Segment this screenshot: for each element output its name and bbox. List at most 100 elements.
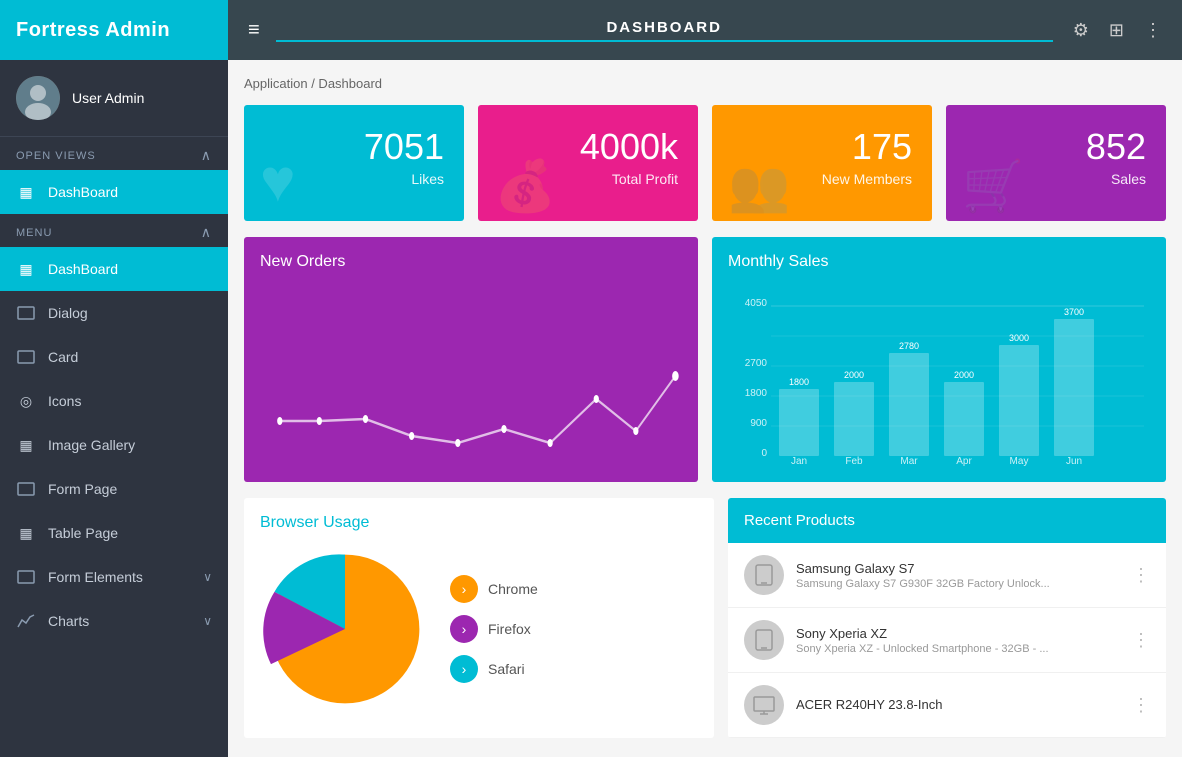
charts-chevron-icon: ∨ <box>203 614 212 628</box>
product-name-acer: ACER R240HY 23.8-Inch <box>796 697 1120 712</box>
sidebar-item-card-label: Card <box>48 349 212 365</box>
safari-dot[interactable]: › <box>450 655 478 683</box>
stat-card-profit: 4000k Total Profit 💰 <box>478 105 698 221</box>
sidebar: Fortress Admin User Admin OPEN VIEWS ∧ ▦… <box>0 0 228 757</box>
product-info-sony: Sony Xperia XZ Sony Xperia XZ - Unlocked… <box>796 626 1120 655</box>
new-orders-chart <box>260 281 682 461</box>
svg-text:2700: 2700 <box>745 358 768 369</box>
sidebar-item-icons[interactable]: ◎ Icons <box>0 379 228 423</box>
menu-icon[interactable]: ≡ <box>248 19 260 42</box>
breadcrumb: Application / Dashboard <box>244 76 1166 91</box>
bottom-row: Browser Usage › <box>244 498 1166 738</box>
product-menu-acer[interactable]: ⋮ <box>1132 695 1150 716</box>
svg-text:3700: 3700 <box>1064 307 1084 317</box>
stat-cards-row: 7051 Likes ♥ 4000k Total Profit 💰 175 Ne… <box>244 105 1166 221</box>
dashboard-icon: ▦ <box>16 259 36 279</box>
product-name-samsung: Samsung Galaxy S7 <box>796 561 1120 576</box>
sidebar-item-form-page-label: Form Page <box>48 481 212 497</box>
menu-chevron-icon: ∧ <box>201 224 212 241</box>
svg-text:900: 900 <box>750 418 767 429</box>
form-page-icon <box>16 479 36 499</box>
grid-icon[interactable]: ⊞ <box>1109 20 1124 41</box>
firefox-label: Firefox <box>488 621 531 637</box>
new-orders-card: New Orders <box>244 237 698 482</box>
topbar: ≡ DASHBOARD ⚙ ⊞ ⋮ <box>228 0 1182 60</box>
svg-text:May: May <box>1010 456 1029 466</box>
product-menu-sony[interactable]: ⋮ <box>1132 630 1150 651</box>
product-item-samsung: Samsung Galaxy S7 Samsung Galaxy S7 G930… <box>728 543 1166 608</box>
sidebar-item-dashboard[interactable]: ▦ DashBoard <box>0 247 228 291</box>
more-vert-icon[interactable]: ⋮ <box>1144 20 1162 41</box>
main-area: ≡ DASHBOARD ⚙ ⊞ ⋮ Application / Dashboar… <box>228 0 1182 757</box>
svg-text:0: 0 <box>761 448 767 459</box>
likes-bg-icon: ♥ <box>260 151 296 211</box>
user-profile: User Admin <box>0 60 228 137</box>
product-desc-sony: Sony Xperia XZ - Unlocked Smartphone - 3… <box>796 643 1120 655</box>
profit-bg-icon: 💰 <box>494 161 556 211</box>
open-views-label: OPEN VIEWS <box>16 150 96 162</box>
stat-profit-label: Total Profit <box>612 171 678 187</box>
recent-products-header: Recent Products <box>728 498 1166 543</box>
firefox-dot[interactable]: › <box>450 615 478 643</box>
form-elements-icon <box>16 567 36 587</box>
username: User Admin <box>72 90 144 106</box>
browser-usage-card: Browser Usage › <box>244 498 714 738</box>
sidebar-item-table-page[interactable]: ▦ Table Page <box>0 511 228 555</box>
stat-members-number: 175 <box>852 129 912 165</box>
svg-text:Jan: Jan <box>791 456 807 466</box>
svg-text:2000: 2000 <box>954 370 974 380</box>
avatar <box>16 76 60 120</box>
menu-label: MENU <box>16 227 52 239</box>
menu-header: MENU ∧ <box>0 214 228 247</box>
svg-text:1800: 1800 <box>789 377 809 387</box>
product-menu-samsung[interactable]: ⋮ <box>1132 565 1150 586</box>
svg-text:Feb: Feb <box>845 456 863 466</box>
svg-text:3000: 3000 <box>1009 333 1029 343</box>
sidebar-item-charts[interactable]: Charts ∨ <box>0 599 228 643</box>
sidebar-item-dialog-label: Dialog <box>48 305 212 321</box>
sidebar-item-table-page-label: Table Page <box>48 525 212 541</box>
monthly-sales-card: Monthly Sales 0 900 1800 2700 4050 <box>712 237 1166 482</box>
stat-sales-number: 852 <box>1086 129 1146 165</box>
stat-card-likes: 7051 Likes ♥ <box>244 105 464 221</box>
brand-logo: Fortress Admin <box>0 0 228 60</box>
product-desc-samsung: Samsung Galaxy S7 G930F 32GB Factory Unl… <box>796 578 1120 590</box>
monthly-sales-title: Monthly Sales <box>728 253 1150 271</box>
sales-bg-icon: 🛒 <box>962 161 1024 211</box>
sidebar-item-dialog[interactable]: Dialog <box>0 291 228 335</box>
members-bg-icon: 👥 <box>728 161 790 211</box>
content-area: Application / Dashboard 7051 Likes ♥ 400… <box>228 60 1182 757</box>
svg-text:2000: 2000 <box>844 370 864 380</box>
charts-icon <box>16 611 36 631</box>
topbar-title: DASHBOARD <box>276 19 1053 42</box>
stat-card-sales: 852 Sales 🛒 <box>946 105 1166 221</box>
svg-text:2780: 2780 <box>899 341 919 351</box>
stat-sales-label: Sales <box>1111 171 1146 187</box>
stat-card-members: 175 New Members 👥 <box>712 105 932 221</box>
sidebar-item-form-elements[interactable]: Form Elements ∨ <box>0 555 228 599</box>
table-page-icon: ▦ <box>16 523 36 543</box>
sidebar-item-icons-label: Icons <box>48 393 212 409</box>
sidebar-item-form-page[interactable]: Form Page <box>0 467 228 511</box>
sidebar-item-image-gallery[interactable]: ▦ Image Gallery <box>0 423 228 467</box>
sidebar-item-dashboard-open[interactable]: ▦ DashBoard <box>0 170 228 214</box>
card-icon <box>16 347 36 367</box>
stat-members-label: New Members <box>822 171 912 187</box>
product-icon-sony <box>744 620 784 660</box>
settings-icon[interactable]: ⚙ <box>1073 20 1089 41</box>
product-icon-acer <box>744 685 784 725</box>
stat-likes-label: Likes <box>411 171 444 187</box>
product-name-sony: Sony Xperia XZ <box>796 626 1120 641</box>
pie-chart-container: › Chrome › Firefox › Safari <box>260 544 698 714</box>
sidebar-item-dashboard-open-label: DashBoard <box>48 184 212 200</box>
svg-text:4050: 4050 <box>745 298 768 309</box>
legend-safari: › Safari <box>450 655 538 683</box>
svg-text:Apr: Apr <box>956 456 972 466</box>
sidebar-item-dashboard-label: DashBoard <box>48 261 212 277</box>
svg-text:1800: 1800 <box>745 388 768 399</box>
chrome-dot[interactable]: › <box>450 575 478 603</box>
sidebar-item-card[interactable]: Card <box>0 335 228 379</box>
product-item-acer: ACER R240HY 23.8-Inch ⋮ <box>728 673 1166 738</box>
chrome-label: Chrome <box>488 581 538 597</box>
product-item-sony: Sony Xperia XZ Sony Xperia XZ - Unlocked… <box>728 608 1166 673</box>
